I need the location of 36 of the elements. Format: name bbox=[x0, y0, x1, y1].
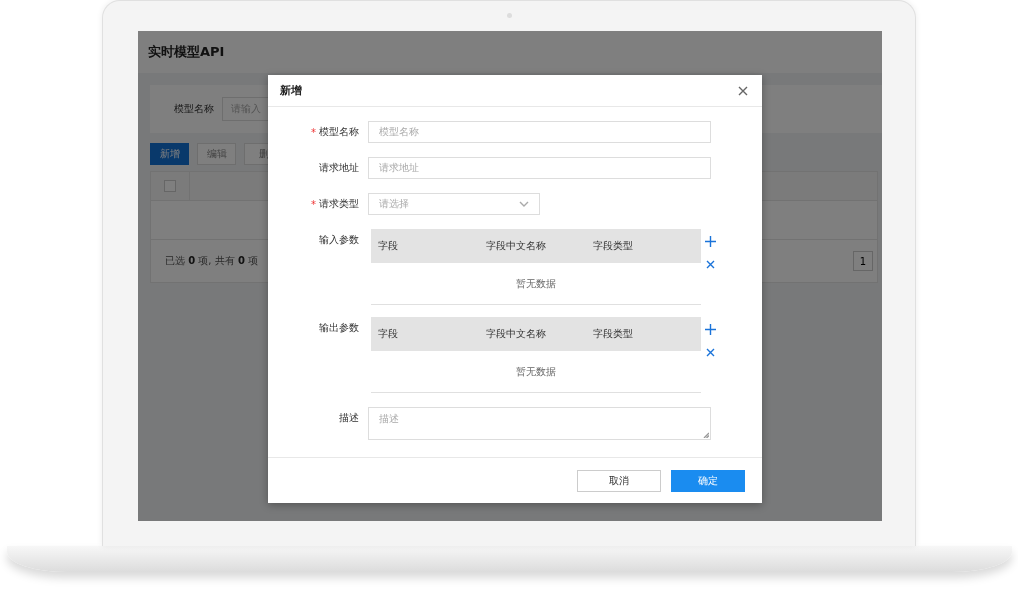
resize-grip-icon[interactable] bbox=[703, 432, 709, 438]
column-header: 字段 bbox=[378, 239, 399, 253]
field-label: 模型名称 bbox=[174, 102, 214, 116]
dialog-title: 新增 bbox=[280, 83, 302, 98]
field-label: 描述 bbox=[339, 411, 359, 425]
column-header: 字段类型 bbox=[593, 239, 635, 253]
column-header: 字段中文名称 bbox=[485, 239, 547, 253]
column-header: 字段类型 bbox=[593, 327, 635, 341]
select-field[interactable]: 请选择 bbox=[368, 193, 540, 215]
confirm-button[interactable]: 确定 bbox=[671, 469, 745, 492]
empty-text: 暂无数据 bbox=[516, 276, 556, 291]
page-title: 实时模型API bbox=[148, 43, 225, 61]
text-field[interactable]: 请求地址 bbox=[368, 157, 711, 179]
field-label: 输出参数 bbox=[319, 321, 359, 335]
text-area[interactable]: 描述 bbox=[368, 407, 711, 440]
delete-icon[interactable] bbox=[706, 348, 715, 357]
field-label: 输入参数 bbox=[319, 233, 359, 247]
field-label: 请求地址 bbox=[319, 161, 359, 175]
selection-summary: 已选 0 项, 共有 0 项 bbox=[165, 254, 259, 268]
field-label: 请求类型 bbox=[319, 197, 359, 211]
add-icon[interactable] bbox=[705, 236, 716, 247]
page-button[interactable]: 1 bbox=[853, 251, 873, 271]
field-label: 模型名称 bbox=[319, 125, 359, 139]
select-all-checkbox[interactable] bbox=[164, 180, 176, 192]
delete-icon[interactable] bbox=[706, 260, 715, 269]
required-mark: * bbox=[311, 198, 316, 210]
column-header: 字段中文名称 bbox=[485, 327, 547, 341]
close-icon[interactable] bbox=[738, 85, 748, 96]
add-button[interactable]: 新增 bbox=[150, 143, 189, 165]
empty-text: 暂无数据 bbox=[516, 364, 556, 379]
required-mark: * bbox=[311, 126, 316, 138]
text-field[interactable]: 模型名称 bbox=[368, 121, 711, 143]
add-icon[interactable] bbox=[705, 324, 716, 335]
column-header: 字段 bbox=[378, 327, 399, 341]
cancel-button[interactable]: 取消 bbox=[577, 469, 661, 492]
chevron-down-icon bbox=[519, 201, 529, 207]
